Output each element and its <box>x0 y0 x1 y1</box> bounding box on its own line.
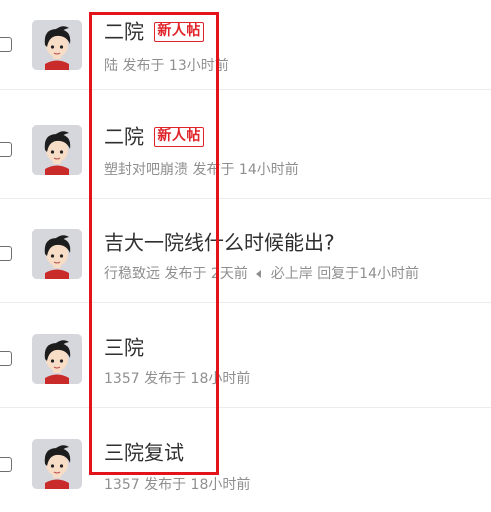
avatar[interactable] <box>32 439 82 489</box>
avatar[interactable] <box>32 125 82 175</box>
avatar-icon <box>32 439 82 489</box>
avatar[interactable] <box>32 20 82 70</box>
select-checkbox[interactable] <box>0 457 12 472</box>
post-row[interactable]: 三院复试 1357 发布于 18小时前 <box>0 408 491 512</box>
post-author[interactable]: 1357 <box>104 477 140 493</box>
post-title[interactable]: 二院 <box>104 20 144 44</box>
post-author[interactable]: 行稳致远 <box>104 266 160 282</box>
posted-time: 14小时前 <box>238 162 299 178</box>
reply-triangle-icon <box>256 270 262 278</box>
post-title-line[interactable]: 三院 <box>104 334 144 360</box>
posted-time: 2天前 <box>210 266 248 282</box>
post-meta: 塑封对吧崩溃 发布于 14小时前 <box>104 161 299 179</box>
post-author[interactable]: 塑封对吧崩溃 <box>104 162 188 178</box>
posted-label: 发布于 <box>164 266 207 282</box>
avatar[interactable] <box>32 229 82 279</box>
post-title[interactable]: 三院复试 <box>104 441 184 465</box>
post-author[interactable]: 1357 <box>104 371 140 387</box>
avatar-icon <box>32 125 82 175</box>
post-author[interactable]: 陆 <box>104 58 118 74</box>
post-row[interactable]: 二院 新人帖 塑封对吧崩溃 发布于 14小时前 <box>0 95 491 199</box>
post-title-line[interactable]: 吉大一院线什么时候能出? <box>104 229 335 255</box>
posted-label: 发布于 <box>144 371 187 387</box>
reply-time: 回复于14小时前 <box>317 266 420 282</box>
post-meta: 1357 发布于 18小时前 <box>104 370 250 388</box>
posted-time: 18小时前 <box>190 371 251 387</box>
new-post-badge: 新人帖 <box>154 126 204 147</box>
post-title[interactable]: 二院 <box>104 125 144 149</box>
select-checkbox[interactable] <box>0 37 12 52</box>
post-list: 二院 新人帖 陆 发布于 13小时前 二院 新人帖 塑封对吧崩溃 发布于 14小… <box>0 0 491 496</box>
post-meta: 行稳致远 发布于 2天前 必上岸 回复于14小时前 <box>104 265 419 283</box>
avatar-icon <box>32 229 82 279</box>
posted-label: 发布于 <box>192 162 235 178</box>
post-title-line[interactable]: 二院 新人帖 <box>104 123 204 149</box>
post-row[interactable]: 三院 1357 发布于 18小时前 <box>0 304 491 408</box>
avatar-icon <box>32 334 82 384</box>
post-row[interactable]: 吉大一院线什么时候能出? 行稳致远 发布于 2天前 必上岸 回复于14小时前 <box>0 199 491 303</box>
avatar-icon <box>32 20 82 70</box>
post-title[interactable]: 三院 <box>104 336 144 360</box>
posted-label: 发布于 <box>144 477 187 493</box>
post-title-line[interactable]: 三院复试 <box>104 439 184 465</box>
posted-label: 发布于 <box>122 58 165 74</box>
post-title-line[interactable]: 二院 新人帖 <box>104 18 204 44</box>
reply-author[interactable]: 必上岸 <box>271 266 313 282</box>
new-post-badge: 新人帖 <box>154 21 204 42</box>
select-checkbox[interactable] <box>0 246 12 261</box>
post-meta: 陆 发布于 13小时前 <box>104 57 229 75</box>
posted-time: 18小时前 <box>190 477 251 493</box>
select-checkbox[interactable] <box>0 142 12 157</box>
select-checkbox[interactable] <box>0 351 12 366</box>
post-meta: 1357 发布于 18小时前 <box>104 476 250 494</box>
post-title[interactable]: 吉大一院线什么时候能出? <box>104 231 335 255</box>
posted-time: 13小时前 <box>168 58 229 74</box>
avatar[interactable] <box>32 334 82 384</box>
post-row[interactable]: 二院 新人帖 陆 发布于 13小时前 <box>0 0 491 90</box>
